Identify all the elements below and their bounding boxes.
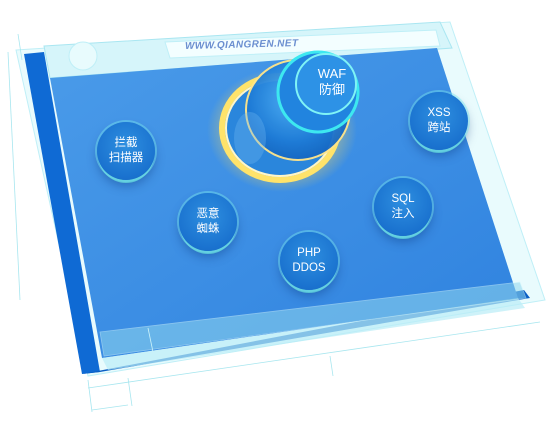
- threat-line2: 注入: [391, 208, 415, 220]
- waf-label-line2: 防御: [318, 82, 345, 97]
- threat-malicious-spider: 恶意 蜘蛛: [179, 193, 237, 251]
- threat-line1: 恶意: [196, 208, 220, 220]
- threat-line2: 扫描器: [108, 152, 144, 164]
- waf-illustration: WWW.QIANGREN.NET WAF 防御 拦截 扫描器 XSS 跨站 恶意…: [0, 0, 550, 426]
- threat-line1: PHP: [297, 247, 321, 259]
- waf-label: WAF 防御: [305, 66, 359, 98]
- threat-interception-scanner: 拦截 扫描器: [97, 122, 155, 180]
- threat-line2: DDOS: [292, 262, 326, 274]
- waf-label-line1: WAF: [317, 66, 347, 81]
- threat-line2: 蜘蛛: [196, 223, 220, 235]
- threat-line1: XSS: [427, 107, 451, 119]
- threat-line1: SQL: [391, 193, 415, 205]
- threat-line1: 拦截: [114, 137, 138, 149]
- threat-xss-crosssite: XSS 跨站: [410, 92, 468, 150]
- browser-window-graphic: [7, 21, 546, 413]
- threat-line2: 跨站: [427, 122, 451, 134]
- threat-sql-injection: SQL 注入: [374, 178, 432, 236]
- threat-php-ddos: PHP DDOS: [280, 232, 338, 290]
- circle-icon: [68, 41, 98, 71]
